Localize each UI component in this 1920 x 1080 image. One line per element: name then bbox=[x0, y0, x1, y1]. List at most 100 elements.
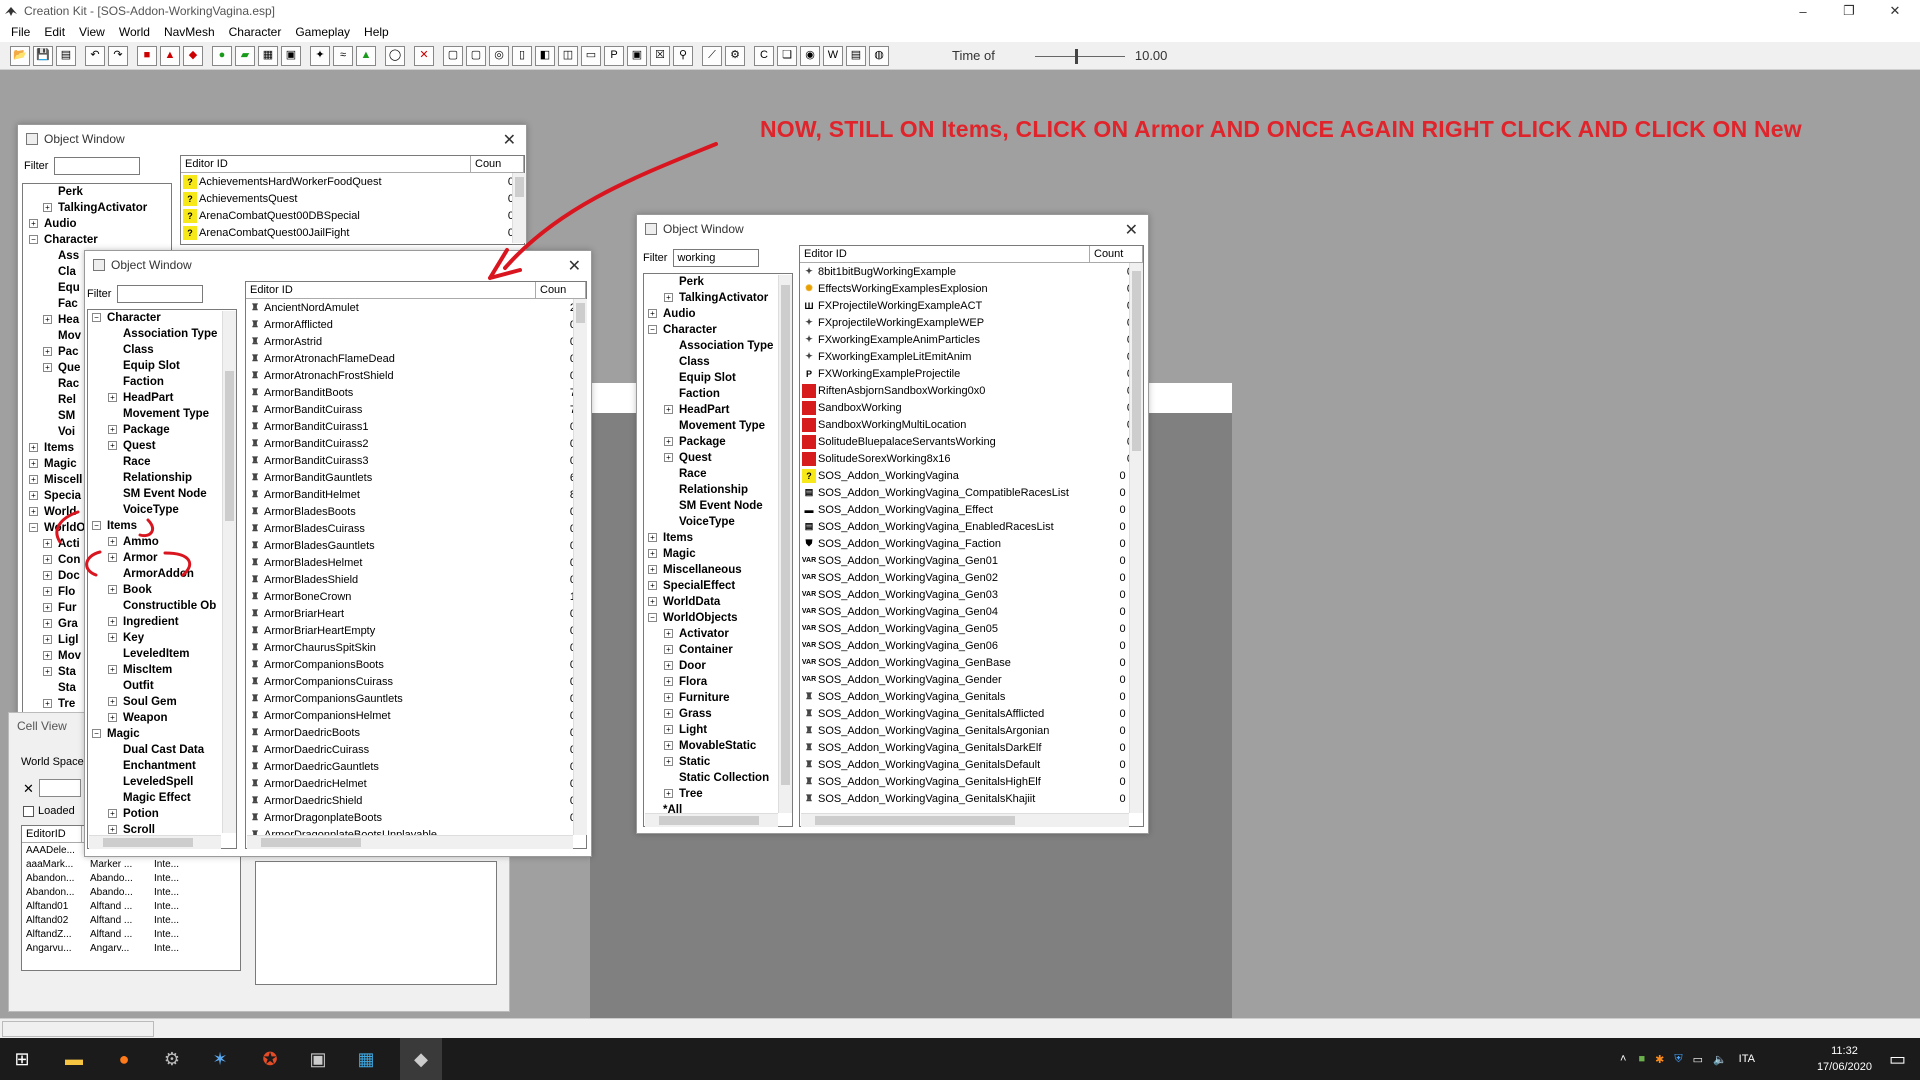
app-tray-icon[interactable]: ✱ bbox=[1655, 1053, 1664, 1066]
speech-icon[interactable]: ◯ bbox=[385, 45, 405, 66]
undo-icon[interactable]: ↶ bbox=[85, 45, 105, 66]
close-icon[interactable]: ✕ bbox=[503, 130, 516, 150]
frame-icon[interactable]: ▣ bbox=[627, 45, 647, 66]
list-item[interactable]: ♜ArmorBladesHelmet0 bbox=[246, 554, 586, 571]
column-editor-id[interactable]: Editor ID bbox=[181, 156, 471, 172]
tree-node[interactable]: Class bbox=[644, 354, 792, 370]
list-item[interactable]: ? ArenaCombatQuest00JailFight 0 bbox=[181, 224, 524, 241]
expand-toggle-icon[interactable]: + bbox=[648, 533, 657, 542]
tree-node[interactable]: VoiceType bbox=[644, 514, 792, 530]
list-item[interactable]: RiftenAsbjornSandboxWorking0x00 bbox=[800, 382, 1143, 399]
table-row[interactable]: Abandon... Abando... Inte... bbox=[22, 871, 240, 885]
expand-toggle-icon[interactable]: + bbox=[108, 713, 117, 722]
tree-node[interactable]: Equip Slot bbox=[644, 370, 792, 386]
tree-node[interactable]: + Tree bbox=[644, 786, 792, 802]
vertical-scrollbar[interactable] bbox=[222, 311, 236, 833]
network-icon[interactable]: ▭ bbox=[1693, 1053, 1703, 1066]
marker-icon[interactable]: ■ bbox=[137, 45, 157, 66]
vertical-scrollbar[interactable] bbox=[512, 173, 526, 243]
list-item[interactable]: ♜ArmorBladesShield0 bbox=[246, 571, 586, 588]
tree-node[interactable]: + Miscellaneous bbox=[644, 562, 792, 578]
list-item[interactable]: ▤ SOS_Addon_WorkingVagina_EnabledRacesLis… bbox=[800, 518, 1143, 535]
list-item[interactable]: ✺EffectsWorkingExamplesExplosion0 bbox=[800, 280, 1143, 297]
list-item[interactable]: VAR SOS_Addon_WorkingVagina_Gen04 0 * bbox=[800, 603, 1143, 620]
landscape-icon[interactable]: ● bbox=[212, 45, 232, 66]
tree-node[interactable]: + Flora bbox=[644, 674, 792, 690]
expand-toggle-icon[interactable]: + bbox=[108, 825, 117, 834]
restore-button[interactable]: ❐ bbox=[1826, 0, 1872, 22]
gear-box-icon[interactable]: ⚙ bbox=[725, 45, 745, 66]
path-icon[interactable]: ⟋ bbox=[702, 45, 722, 66]
tree-node[interactable]: + WorldData bbox=[644, 594, 792, 610]
list-item[interactable]: ♜ArmorDaedricCuirass0 bbox=[246, 741, 586, 758]
minimize-button[interactable]: – bbox=[1780, 0, 1826, 22]
tree-node[interactable]: Relationship bbox=[644, 482, 792, 498]
expand-toggle-icon[interactable]: + bbox=[43, 635, 52, 644]
list-item[interactable]: ♜ArmorBanditCuirass7 bbox=[246, 401, 586, 418]
expand-toggle-icon[interactable]: + bbox=[664, 709, 673, 718]
expand-toggle-icon[interactable]: + bbox=[29, 443, 38, 452]
expand-toggle-icon[interactable]: + bbox=[108, 537, 117, 546]
cell-search-input[interactable] bbox=[39, 779, 81, 797]
list-item[interactable]: PFXWorkingExampleProjectile0 bbox=[800, 365, 1143, 382]
list-item[interactable]: ♜ArmorDaedricHelmet0 bbox=[246, 775, 586, 792]
creation-kit-taskbar-icon[interactable]: ◆ bbox=[400, 1038, 442, 1080]
cell-object-list[interactable] bbox=[255, 861, 497, 985]
list-item[interactable]: ♜ SOS_Addon_WorkingVagina_GenitalsKhajiit… bbox=[800, 790, 1143, 807]
expand-toggle-icon[interactable]: + bbox=[43, 699, 52, 708]
tree-node[interactable]: ArmorAddon bbox=[88, 566, 236, 582]
vertical-scrollbar[interactable] bbox=[573, 299, 587, 835]
tree-node[interactable]: LeveledSpell bbox=[88, 774, 236, 790]
list-item[interactable]: ✦8bit1bitBugWorkingExample0 bbox=[800, 263, 1143, 280]
tree-node[interactable]: + Key bbox=[88, 630, 236, 646]
expand-toggle-icon[interactable]: + bbox=[648, 565, 657, 574]
tree-node[interactable]: + Grass bbox=[644, 706, 792, 722]
list-item[interactable]: ШFXProjectileWorkingExampleACT0 bbox=[800, 297, 1143, 314]
list-item[interactable]: ♜ArmorBanditBoots7 bbox=[246, 384, 586, 401]
list-item[interactable]: ♜ArmorChaurusSpitSkin0 bbox=[246, 639, 586, 656]
redo-icon[interactable]: ↷ bbox=[108, 45, 128, 66]
expand-toggle-icon[interactable]: + bbox=[43, 315, 52, 324]
horizontal-scrollbar[interactable] bbox=[801, 813, 1129, 827]
category-tree[interactable]: Perk + TalkingActivator + Audio − Character Ass… bbox=[643, 273, 793, 827]
tree-node[interactable]: + Furniture bbox=[644, 690, 792, 706]
snap-grid-icon[interactable]: ▦ bbox=[258, 45, 278, 66]
tree-node[interactable]: SM Event Node bbox=[88, 486, 236, 502]
scrollbar-thumb[interactable] bbox=[815, 816, 1015, 825]
list-item[interactable]: ♜ SOS_Addon_WorkingVagina_Genitals 0 * bbox=[800, 688, 1143, 705]
menu-character[interactable]: Character bbox=[222, 25, 289, 39]
tree-node[interactable]: − Items bbox=[88, 518, 236, 534]
expand-toggle-icon[interactable]: + bbox=[108, 441, 117, 450]
list-item[interactable]: ♜AncientNordAmulet2 bbox=[246, 299, 586, 316]
expand-toggle-icon[interactable]: + bbox=[664, 661, 673, 670]
language-indicator[interactable]: ITA bbox=[1739, 1053, 1755, 1065]
tree-node[interactable]: − WorldObjects bbox=[644, 610, 792, 626]
save-icon[interactable]: 💾 bbox=[33, 45, 53, 66]
list-item[interactable]: ? AchievementsQuest 0 bbox=[181, 190, 524, 207]
tree-node[interactable]: + Soul Gem bbox=[88, 694, 236, 710]
table-row[interactable]: Abandon... Abando... Inte... bbox=[22, 885, 240, 899]
tree-node[interactable]: + Ingredient bbox=[88, 614, 236, 630]
expand-toggle-icon[interactable]: + bbox=[664, 453, 673, 462]
tree-node[interactable]: VoiceType bbox=[88, 502, 236, 518]
tree-node[interactable]: + Ammo bbox=[88, 534, 236, 550]
tree-node[interactable]: + Package bbox=[88, 422, 236, 438]
list-item[interactable]: ♜ArmorAtronachFlameDead0 bbox=[246, 350, 586, 367]
fog-icon[interactable]: ≈ bbox=[333, 45, 353, 66]
box-icon[interactable]: ▯ bbox=[512, 45, 532, 66]
list-item[interactable]: ✦FXprojectileWorkingExampleWEP0 bbox=[800, 314, 1143, 331]
expand-toggle-icon[interactable]: + bbox=[664, 437, 673, 446]
expand-toggle-icon[interactable]: − bbox=[29, 235, 38, 244]
tree-node[interactable]: + Door bbox=[644, 658, 792, 674]
expand-toggle-icon[interactable]: + bbox=[29, 507, 38, 516]
list-item[interactable]: ♜ SOS_Addon_WorkingVagina_GenitalsDarkElf… bbox=[800, 739, 1143, 756]
list-item[interactable]: ♜ArmorAtronachFrostShield0 bbox=[246, 367, 586, 384]
menu-edit[interactable]: Edit bbox=[37, 25, 72, 39]
close-icon[interactable]: ✕ bbox=[568, 256, 581, 276]
column-count[interactable]: Coun bbox=[536, 282, 586, 298]
list-item[interactable]: ♜ArmorAstrid0 bbox=[246, 333, 586, 350]
window-icon[interactable]: ▭ bbox=[581, 45, 601, 66]
tree-node[interactable]: Equip Slot bbox=[88, 358, 236, 374]
time-of-day-slider[interactable] bbox=[1034, 46, 1125, 66]
tree-node[interactable]: + Audio bbox=[644, 306, 792, 322]
